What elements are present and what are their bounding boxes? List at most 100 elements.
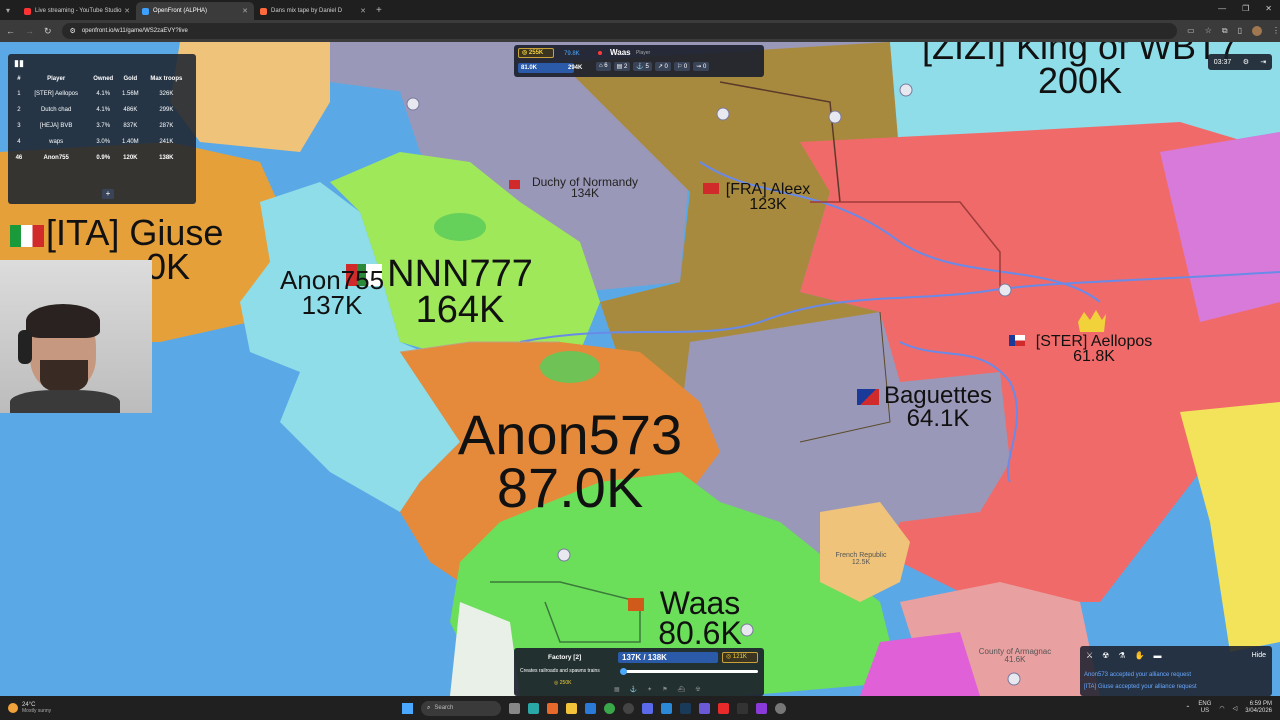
leaderboard-expand-button[interactable]: +: [102, 189, 114, 199]
nuke-filter-icon[interactable]: ☢: [1102, 651, 1109, 660]
back-icon[interactable]: ←: [6, 26, 15, 36]
youtube-icon[interactable]: [718, 702, 729, 714]
anchor-count[interactable]: ⚓ 5: [633, 62, 652, 71]
app-icon[interactable]: [661, 702, 672, 714]
edge-icon[interactable]: [528, 702, 539, 714]
warship-count[interactable]: ⇝ 0: [693, 62, 710, 71]
troop-ratio-bar[interactable]: 137K / 138K: [618, 652, 718, 663]
build-nuke-icon[interactable]: ☢: [695, 686, 700, 693]
discord-icon[interactable]: [642, 702, 653, 714]
tab-menu-icon[interactable]: ▾: [6, 6, 10, 15]
explorer-icon[interactable]: [566, 702, 577, 714]
site-info-icon[interactable]: ⚙: [70, 27, 76, 35]
clock-time: 6:59 PM: [1249, 701, 1272, 708]
extensions-icon[interactable]: ⧉: [1222, 26, 1228, 36]
browser-menu-icon[interactable]: ⋮: [1272, 26, 1280, 36]
trade-filter-icon[interactable]: ⚗: [1118, 651, 1125, 660]
header-owned[interactable]: Owned: [88, 72, 118, 86]
settings-icon[interactable]: [775, 702, 786, 714]
city-count[interactable]: ⌂ 6: [596, 62, 611, 71]
app-icon[interactable]: [756, 702, 767, 714]
player-cell: [STER] Aellopos: [34, 91, 78, 97]
chat-filter-icon[interactable]: ▬: [1153, 651, 1161, 660]
search-placeholder: Search: [434, 705, 454, 711]
build-city-icon[interactable]: ▦: [614, 686, 620, 693]
build-sam-icon[interactable]: ⚑: [662, 686, 667, 693]
tab-title: OpenFront (ALPHA): [153, 8, 208, 14]
profile-avatar[interactable]: [1252, 26, 1262, 36]
close-icon[interactable]: ✕: [124, 7, 130, 15]
territory-troops: 123K: [749, 196, 787, 214]
url-bar[interactable]: ⚙ openfront.io/w11/game/WS2zaEVY?live: [61, 23, 1178, 39]
teams-icon[interactable]: [699, 702, 710, 714]
minimize-icon[interactable]: —: [1218, 4, 1226, 13]
app-icon[interactable]: [737, 702, 748, 714]
tab-openfront[interactable]: OpenFront (ALPHA) ✕: [136, 2, 255, 20]
bookmark-icon[interactable]: ☆: [1205, 26, 1212, 36]
sun-icon: [8, 703, 18, 713]
mail-icon[interactable]: [585, 702, 596, 714]
table-row[interactable]: 4 waps 3.0% 1.40M 241K: [14, 134, 190, 150]
language-indicator[interactable]: ENG US: [1198, 701, 1211, 714]
territory-name: [STER] Aellopos: [1035, 333, 1153, 350]
forward-icon[interactable]: →: [25, 26, 34, 36]
chrome-icon[interactable]: [604, 702, 615, 714]
task-view-icon[interactable]: [509, 702, 520, 714]
table-row[interactable]: 1 [STER] Aellopos 4.1% 1.56M 326K: [14, 86, 190, 102]
attack-ratio-slider[interactable]: [620, 668, 758, 675]
table-row[interactable]: 2 Dutch chad 4.1% 486K 299K: [14, 102, 190, 118]
streamer-shoulders: [10, 390, 120, 413]
tab-music[interactable]: Dans mix tape by Daniel D ✕: [254, 2, 372, 20]
wifi-icon[interactable]: ◠: [1219, 705, 1224, 712]
start-icon[interactable]: [402, 702, 413, 714]
table-row-self[interactable]: 46 Anon755 0.9% 120K 138K: [14, 150, 190, 166]
header-max-troops[interactable]: Max troops: [143, 72, 190, 86]
exit-icon[interactable]: ⇥: [1260, 58, 1266, 66]
tray-chevron-icon[interactable]: ⌃: [1185, 705, 1190, 712]
territory-troops: 134K: [570, 186, 600, 201]
troops-cell: 287K: [159, 123, 174, 129]
close-icon[interactable]: ✕: [360, 7, 366, 15]
baguettes-flag-icon: [857, 389, 879, 405]
obs-icon[interactable]: [623, 702, 634, 714]
app-icon[interactable]: [547, 702, 558, 714]
header-rank[interactable]: #: [14, 72, 24, 86]
territory-label-king: [ZIZI] King of WBT7 200K: [900, 42, 1260, 99]
close-window-icon[interactable]: ✕: [1265, 4, 1272, 13]
tab-youtube[interactable]: Live streaming - YouTube Studio ✕: [18, 2, 136, 20]
taskbar-search[interactable]: ⌕ Search: [421, 700, 501, 716]
build-warship-icon[interactable]: ⛴: [678, 686, 686, 693]
events-hide-button[interactable]: Hide: [1252, 652, 1266, 659]
table-row[interactable]: 3 [HEJA] BVB 3.7% 837K 287K: [14, 118, 190, 134]
territory-troops: 64.1K: [906, 404, 970, 432]
build-missile-icon[interactable]: ✦: [647, 686, 652, 693]
new-tab-icon[interactable]: +: [376, 5, 382, 16]
header-player[interactable]: Player: [24, 72, 89, 86]
reload-icon[interactable]: ↻: [44, 26, 52, 37]
settings-icon[interactable]: ⚙: [1243, 58, 1249, 66]
cast-icon[interactable]: ▭: [1187, 26, 1195, 36]
alliance-filter-icon[interactable]: ✋: [1135, 651, 1145, 660]
header-gold[interactable]: Gold: [118, 72, 143, 86]
rank-cell: 2: [17, 107, 21, 113]
port-count[interactable]: ▤ 2: [613, 62, 631, 71]
sam-count[interactable]: ⚐ 0: [673, 62, 691, 71]
steam-icon[interactable]: [680, 702, 691, 714]
attack-filter-icon[interactable]: ⚔: [1086, 651, 1093, 660]
url-text: openfront.io/w11/game/WS2zaEVY?live: [81, 28, 188, 34]
missile-count[interactable]: ↗ 0: [654, 62, 671, 71]
clock[interactable]: 6:59 PM 3/04/2026: [1245, 701, 1272, 714]
troops-cell: 138K: [159, 155, 174, 161]
territory-troops: 41.6K: [1004, 654, 1026, 664]
leaderboard-icon[interactable]: ▮▮: [14, 58, 24, 69]
build-port-icon[interactable]: ⚓: [630, 686, 637, 693]
slider-handle[interactable]: [620, 668, 627, 675]
troops-value: 81.0K: [521, 65, 538, 71]
weather-widget[interactable]: 24°C Mostly sunny: [8, 702, 158, 714]
gold-badge: ◎ 255K: [518, 48, 554, 58]
close-icon[interactable]: ✕: [242, 7, 248, 15]
volume-icon[interactable]: ◁: [1233, 705, 1238, 712]
maximize-icon[interactable]: ❐: [1242, 4, 1249, 13]
sidepanel-icon[interactable]: ▯: [1238, 26, 1242, 36]
weather-desc: Mostly sunny: [22, 708, 52, 714]
